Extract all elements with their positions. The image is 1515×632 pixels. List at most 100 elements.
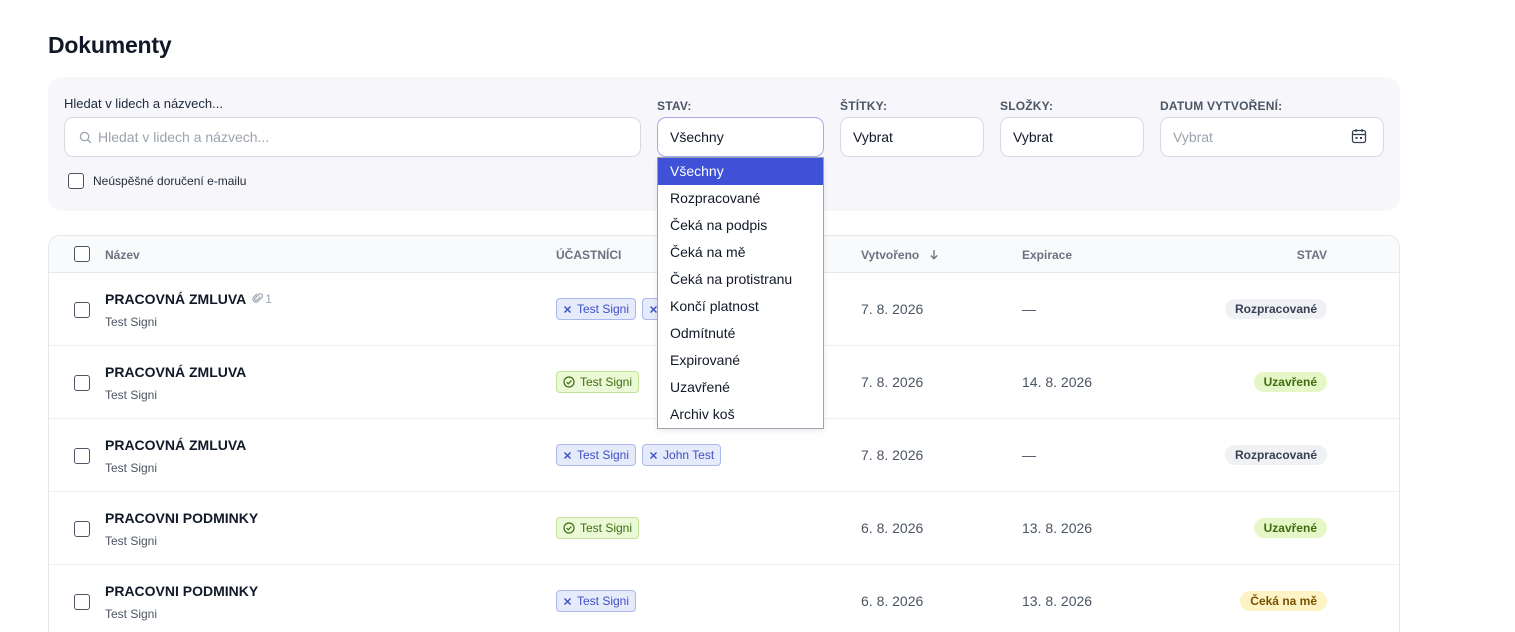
participant-name: Test Signi	[577, 448, 630, 462]
document-owner: Test Signi	[105, 461, 158, 475]
pending-x-icon	[563, 451, 572, 460]
stav-option[interactable]: Expirované	[658, 347, 823, 374]
stitky-label: ŠTÍTKY:	[840, 99, 888, 113]
pending-x-icon	[563, 597, 572, 606]
participant-name: Test Signi	[577, 302, 630, 316]
participants-list: Test Signi	[556, 371, 640, 393]
participant-name: Test Signi	[580, 375, 633, 389]
col-status: STAV	[1296, 248, 1327, 262]
created-date: 7. 8. 2026	[861, 301, 924, 317]
table-row[interactable]: PRACOVNÁ ZMLUVA Test Signi Test Signi John …	[49, 419, 1399, 492]
col-participants: ÚČASTNÍCI	[556, 248, 622, 262]
stav-value: Všechny	[670, 129, 724, 145]
participants-list: Test Signi John Test	[556, 444, 722, 466]
stav-option[interactable]: Čeká na protistranu	[658, 266, 823, 293]
col-created[interactable]: Vytvořeno	[861, 248, 939, 263]
row-checkbox[interactable]	[74, 521, 90, 537]
document-title[interactable]: PRACOVNÁ ZMLUVA 1	[105, 291, 272, 307]
attachment-count: 1	[265, 292, 272, 306]
stav-option[interactable]: Čeká na mě	[658, 239, 823, 266]
stav-option[interactable]: Odmítnuté	[658, 320, 823, 347]
signed-check-icon	[563, 522, 575, 534]
expiry-date: —	[1022, 301, 1036, 317]
row-checkbox[interactable]	[74, 302, 90, 318]
status-badge: Uzavřené	[1253, 518, 1327, 538]
document-owner: Test Signi	[105, 315, 158, 329]
participant-chip[interactable]: Test Signi	[556, 298, 637, 320]
signed-check-icon	[563, 376, 575, 388]
email-failed-checkbox[interactable]	[68, 173, 84, 189]
search-label: Hledat v lidech a názvech...	[64, 96, 223, 111]
attachment-indicator: 1	[252, 292, 272, 307]
participant-chip[interactable]: Test Signi	[556, 371, 640, 393]
row-checkbox[interactable]	[74, 594, 90, 610]
stav-dropdown: Všechny Rozpracované Čeká na podpis Čeká na…	[657, 157, 824, 429]
participant-chip[interactable]: Test Signi	[556, 444, 637, 466]
sort-down-icon	[929, 249, 939, 263]
document-title[interactable]: PRACOVNI PODMINKY	[105, 583, 258, 599]
document-title-text: PRACOVNÁ ZMLUVA	[105, 437, 247, 453]
email-failed-label: Neúspěšné doručení e-mailu	[93, 174, 247, 188]
document-title-text: PRACOVNÁ ZMLUVA	[105, 364, 247, 380]
select-all-checkbox[interactable]	[74, 246, 90, 262]
search-icon	[79, 131, 92, 144]
participants-list: Test Signi	[556, 298, 671, 320]
calendar-icon[interactable]	[1351, 128, 1367, 147]
participants-list: Test Signi	[556, 590, 637, 612]
row-checkbox[interactable]	[74, 375, 90, 391]
slozky-label: SLOŽKY:	[1000, 99, 1054, 113]
table-row[interactable]: PRACOVNI PODMINKY Test Signi Test Signi 6. …	[49, 565, 1399, 632]
participant-name: John Test	[663, 448, 715, 462]
expiry-date: 13. 8. 2026	[1022, 593, 1093, 609]
stav-option[interactable]: Archiv koš	[658, 401, 823, 428]
paperclip-icon	[252, 292, 264, 307]
stav-option[interactable]: Končí platnost	[658, 293, 823, 320]
row-checkbox[interactable]	[74, 448, 90, 464]
search-placeholder: Hledat v lidech a názvech...	[98, 129, 270, 145]
stav-option[interactable]: Čeká na podpis	[658, 212, 823, 239]
table-row[interactable]: PRACOVNI PODMINKY Test Signi Test Signi 6. …	[49, 492, 1399, 565]
document-owner: Test Signi	[105, 534, 158, 548]
created-date: 7. 8. 2026	[861, 374, 924, 390]
col-expiry[interactable]: Expirace	[1022, 248, 1072, 262]
document-title-text: PRACOVNI PODMINKY	[105, 583, 259, 599]
stav-option[interactable]: Rozpracované	[658, 185, 823, 212]
status-badge: Uzavřené	[1253, 372, 1327, 392]
participant-chip[interactable]: John Test	[642, 444, 722, 466]
datum-placeholder: Vybrat	[1173, 129, 1213, 145]
document-title[interactable]: PRACOVNÁ ZMLUVA	[105, 437, 246, 453]
document-title[interactable]: PRACOVNÁ ZMLUVA	[105, 364, 246, 380]
col-name[interactable]: Název	[105, 248, 140, 262]
participant-name: Test Signi	[580, 521, 633, 535]
participant-name: Test Signi	[577, 594, 630, 608]
slozky-select[interactable]: Vybrat	[1000, 117, 1144, 157]
stav-select[interactable]: Všechny	[657, 117, 824, 157]
participants-list: Test Signi	[556, 517, 640, 539]
created-date: 7. 8. 2026	[861, 447, 924, 463]
created-date: 6. 8. 2026	[861, 593, 924, 609]
email-failed-filter[interactable]: Neúspěšné doručení e-mailu	[68, 173, 246, 189]
stav-option[interactable]: Uzavřené	[658, 374, 823, 401]
slozky-value: Vybrat	[1013, 129, 1053, 145]
document-owner: Test Signi	[105, 388, 158, 402]
document-title[interactable]: PRACOVNI PODMINKY	[105, 510, 258, 526]
datum-picker[interactable]: Vybrat	[1160, 117, 1384, 157]
participant-chip[interactable]: Test Signi	[556, 590, 637, 612]
status-badge: Rozpracované	[1224, 299, 1327, 319]
expiry-date: —	[1022, 447, 1036, 463]
stav-option[interactable]: Všechny	[658, 158, 823, 185]
participant-chip[interactable]: Test Signi	[556, 517, 640, 539]
document-owner: Test Signi	[105, 607, 158, 621]
stitky-value: Vybrat	[853, 129, 893, 145]
page-title: Dokumenty	[48, 32, 172, 58]
status-badge: Rozpracované	[1224, 445, 1327, 465]
created-date: 6. 8. 2026	[861, 520, 924, 536]
document-title-text: PRACOVNÁ ZMLUVA	[105, 291, 247, 307]
expiry-date: 14. 8. 2026	[1022, 374, 1093, 390]
col-created-label: Vytvořeno	[861, 248, 920, 262]
pending-x-icon	[649, 451, 658, 460]
search-input[interactable]: Hledat v lidech a názvech...	[64, 117, 641, 157]
pending-x-icon	[563, 305, 572, 314]
stitky-select[interactable]: Vybrat	[840, 117, 984, 157]
document-title-text: PRACOVNI PODMINKY	[105, 510, 259, 526]
